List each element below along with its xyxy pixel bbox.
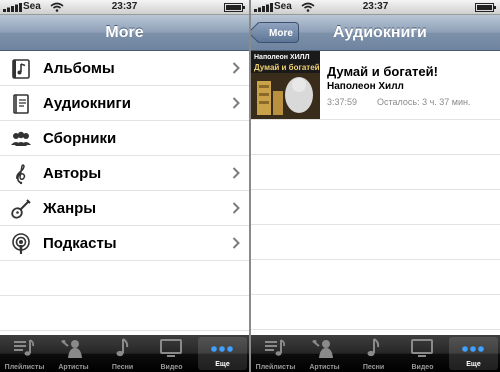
list-item-label: Подкасты: [43, 235, 117, 252]
book-author: Наполеон Хилл: [327, 81, 404, 92]
list-item-label: Авторы: [43, 165, 102, 182]
tab-bar: Плейлисты Артисты Песни Видео Еще: [251, 335, 500, 372]
empty-row: [251, 295, 500, 330]
more-list: Альбомы Аудиокниги Сборники Авторы Жанры…: [0, 51, 249, 331]
status-bar: Sea 23:37: [0, 0, 249, 15]
songs-icon: [367, 338, 380, 357]
cover-author: Наполеон ХИЛЛ: [254, 54, 310, 61]
tab-label: Плейлисты: [4, 364, 45, 371]
artists-icon: [312, 340, 333, 358]
artists-icon: [61, 340, 82, 358]
empty-row: [0, 261, 249, 296]
tab-bar: Плейлисты Артисты Песни Видео Еще: [0, 335, 249, 372]
tab-playlists[interactable]: Плейлисты: [0, 335, 49, 372]
empty-row: [251, 190, 500, 225]
playlists-icon: [14, 339, 35, 356]
audiobook-list: Наполеон ХИЛЛ Думай и богатей! Думай и б…: [251, 51, 500, 330]
album-icon: [12, 59, 30, 79]
battery-icon: [224, 3, 245, 12]
chevron-right-icon: [232, 202, 240, 214]
playlists-icon: [265, 339, 286, 356]
more-icon: [211, 346, 233, 352]
list-item-label: Жанры: [43, 200, 97, 217]
chevron-right-icon: [232, 237, 240, 249]
tab-label: Видео: [411, 364, 434, 371]
list-item-label: Аудиокниги: [43, 95, 131, 112]
list-item-compilations[interactable]: Сборники: [0, 121, 249, 156]
list-item-albums[interactable]: Альбомы: [0, 51, 249, 86]
tab-label: Артисты: [58, 364, 89, 371]
book-duration: 3:37:59: [327, 97, 358, 107]
tab-artists[interactable]: Артисты: [300, 335, 349, 372]
clock: 23:37: [111, 1, 138, 12]
cover-art: [251, 51, 320, 119]
audiobook-icon: [13, 94, 29, 114]
compilations-icon: [11, 131, 31, 146]
tab-video[interactable]: Видео: [398, 335, 447, 372]
cover-title: Думай и богатей!: [254, 63, 320, 72]
tab-songs[interactable]: Песни: [98, 335, 147, 372]
empty-row: [251, 225, 500, 260]
video-icon: [411, 339, 433, 357]
book-title: Думай и богатей!: [327, 64, 438, 79]
tab-video[interactable]: Видео: [147, 335, 196, 372]
podcasts-icon: [12, 233, 30, 254]
back-button[interactable]: More: [257, 22, 299, 43]
tab-more[interactable]: Еще: [449, 337, 498, 370]
tab-label: Плейлисты: [255, 364, 296, 371]
book-remaining: Осталось: 3 ч. 37 мин.: [377, 97, 471, 107]
tab-label: Артисты: [309, 364, 340, 371]
tab-artists[interactable]: Артисты: [49, 335, 98, 372]
tab-playlists[interactable]: Плейлисты: [251, 335, 300, 372]
empty-row: [0, 296, 249, 331]
nav-bar: More: [0, 15, 249, 51]
nav-title: More: [105, 24, 144, 41]
list-item-label: Сборники: [43, 130, 117, 147]
chevron-right-icon: [232, 167, 240, 179]
songs-icon: [116, 338, 129, 357]
composers-icon: [16, 164, 26, 185]
list-item-audiobooks[interactable]: Аудиокниги: [0, 86, 249, 121]
list-item-genres[interactable]: Жанры: [0, 191, 249, 226]
list-item-label: Альбомы: [43, 60, 115, 77]
empty-row: [251, 120, 500, 155]
genres-icon: [11, 199, 31, 219]
nav-bar: More Аудиокниги: [251, 15, 500, 51]
tab-more[interactable]: Еще: [198, 337, 247, 370]
audiobook-item[interactable]: Наполеон ХИЛЛ Думай и богатей! Думай и б…: [251, 51, 500, 120]
screen: Sea 23:37 More Альбомы Аудиокниги Сборни…: [0, 0, 500, 372]
chevron-right-icon: [232, 97, 240, 109]
clock: 23:37: [362, 1, 389, 12]
tab-label: Песни: [111, 364, 134, 371]
tab-label: Еще: [215, 361, 230, 368]
tab-songs[interactable]: Песни: [349, 335, 398, 372]
list-item-composers[interactable]: Авторы: [0, 156, 249, 191]
status-bar: Sea 23:37: [251, 0, 500, 15]
tab-label: Видео: [160, 364, 183, 371]
video-icon: [160, 339, 182, 357]
more-icon: [462, 346, 484, 352]
empty-row: [251, 155, 500, 190]
tab-label: Еще: [466, 361, 481, 368]
nav-title: Аудиокниги: [333, 24, 427, 41]
list-item-podcasts[interactable]: Подкасты: [0, 226, 249, 261]
more-screen: Sea 23:37 More Альбомы Аудиокниги Сборни…: [0, 0, 249, 372]
tab-label: Песни: [362, 364, 385, 371]
chevron-right-icon: [232, 62, 240, 74]
empty-row: [251, 260, 500, 295]
book-cover: Наполеон ХИЛЛ Думай и богатей!: [251, 51, 320, 119]
audiobooks-screen: Sea 23:37 More Аудиокниги Наполеон ХИЛЛ …: [251, 0, 500, 372]
battery-icon: [475, 3, 496, 12]
